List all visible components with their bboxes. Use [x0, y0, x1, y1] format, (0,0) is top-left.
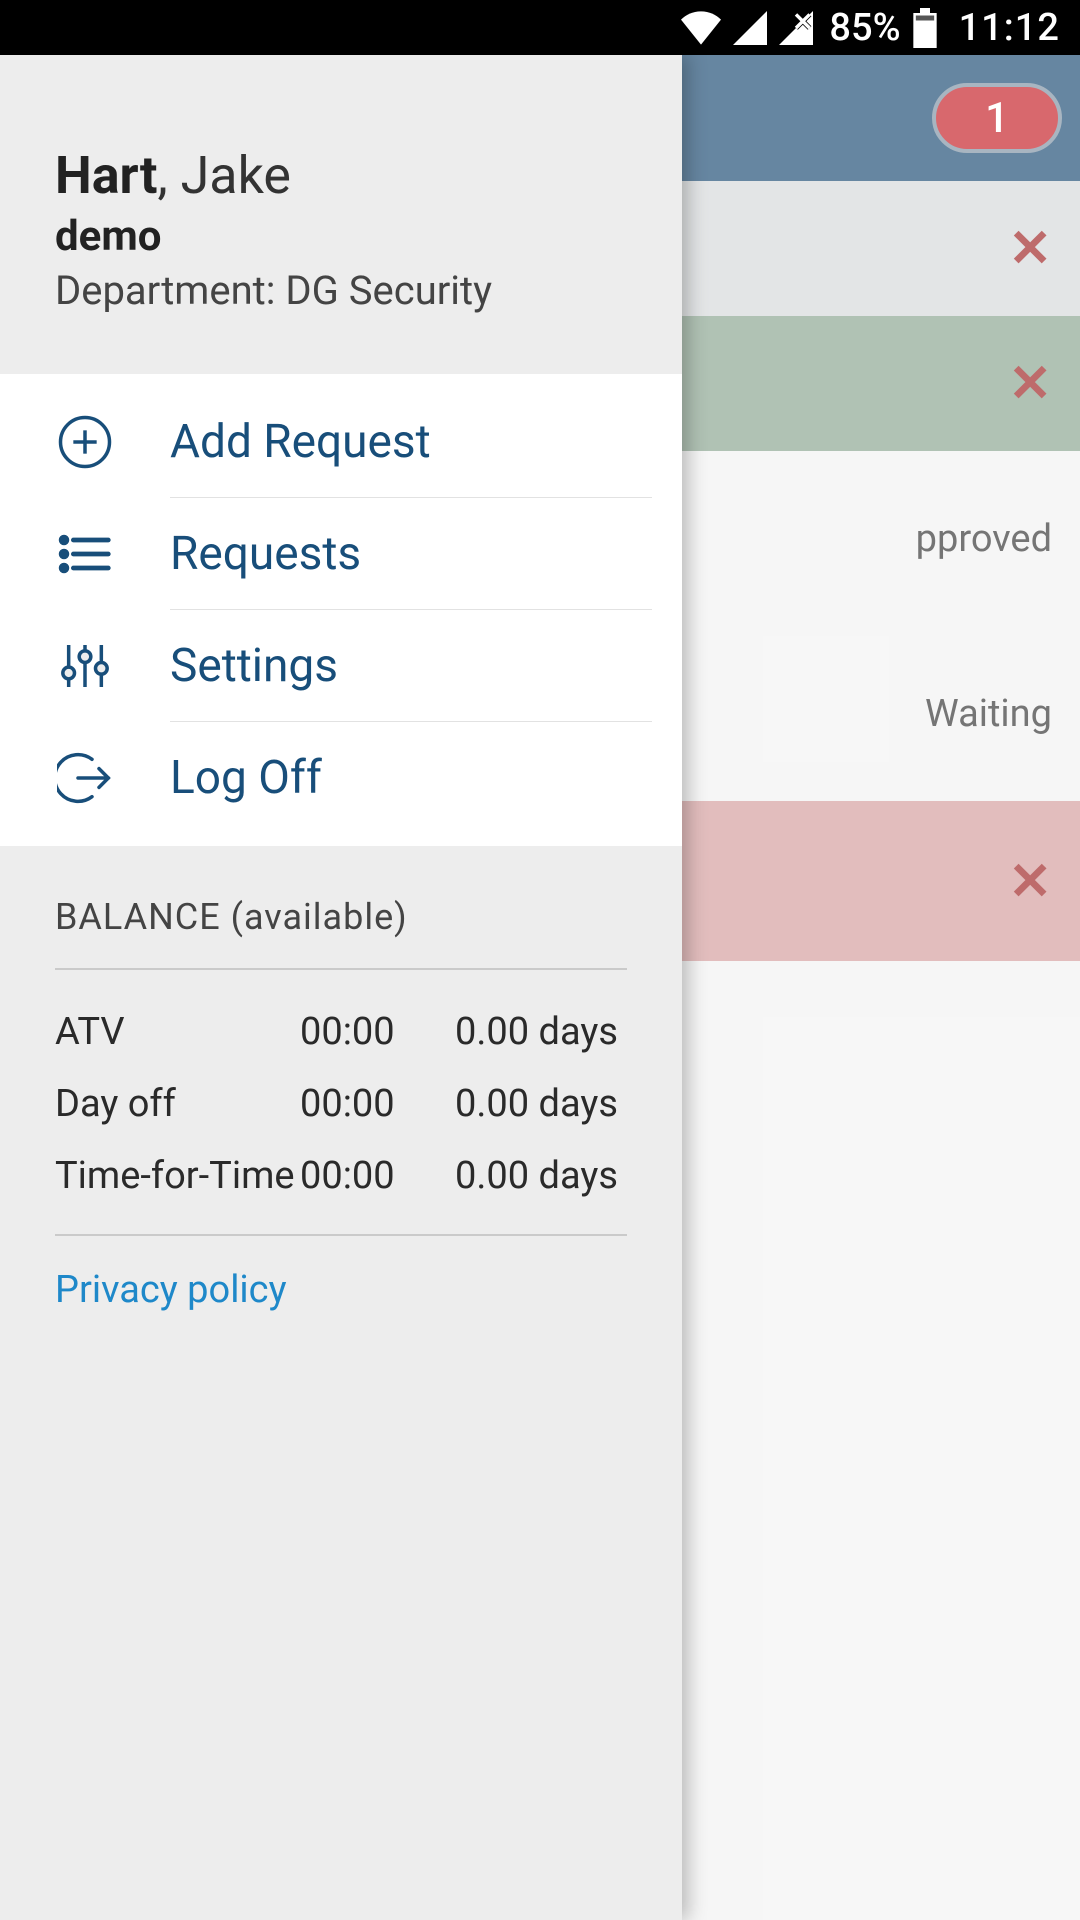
profile-surname: Hart: [55, 145, 157, 206]
close-icon[interactable]: ✕: [1008, 353, 1052, 414]
menu-item-logoff[interactable]: Log Off: [0, 722, 682, 846]
drawer-menu: Add Request Requests: [0, 374, 682, 846]
profile-name-sep: ,: [157, 145, 180, 206]
status-bar: 85% 11:12: [0, 0, 1080, 55]
balance-time: 00:00: [300, 1154, 455, 1198]
balance-label: ATV: [55, 1010, 300, 1054]
balance-row: Day off 00:00 0.00 days: [55, 1068, 627, 1140]
clock: 11:12: [959, 6, 1060, 50]
menu-label: Settings: [170, 639, 338, 693]
close-icon[interactable]: ✕: [1008, 218, 1052, 279]
nav-drawer: Hart, Jake demo Department: DG Security …: [0, 55, 682, 1920]
divider: [55, 968, 627, 970]
balance-days: 0.00 days: [455, 1010, 627, 1054]
menu-label: Add Request: [170, 415, 431, 469]
menu-item-requests[interactable]: Requests: [0, 498, 682, 610]
balance-row: ATV 00:00 0.00 days: [55, 996, 627, 1068]
balance-row: Time-for-Time 00:00 0.00 days: [55, 1140, 627, 1212]
notification-count: 1: [985, 94, 1009, 143]
profile-subtitle: demo: [55, 212, 627, 261]
menu-label: Log Off: [170, 751, 322, 805]
signal-icon: [733, 11, 767, 45]
plus-circle-icon: [55, 412, 115, 472]
balance-time: 00:00: [300, 1010, 455, 1054]
balance-label: Day off: [55, 1082, 300, 1126]
balance-section: BALANCE (available) ATV 00:00 0.00 days …: [0, 846, 682, 1342]
dept-value: DG Security: [285, 267, 492, 314]
menu-item-add-request[interactable]: Add Request: [0, 374, 682, 498]
sliders-icon: [55, 636, 115, 696]
balance-time: 00:00: [300, 1082, 455, 1126]
signal-no-data-icon: [779, 11, 813, 45]
battery-icon: [913, 8, 937, 48]
menu-label: Requests: [170, 527, 361, 581]
balance-label: Time-for-Time: [55, 1154, 300, 1198]
menu-item-settings[interactable]: Settings: [0, 610, 682, 722]
divider: [55, 1234, 627, 1236]
status-text: Waiting: [925, 692, 1052, 736]
list-icon: [55, 524, 115, 584]
balance-title: BALANCE (available): [55, 896, 627, 938]
status-text: pproved: [916, 517, 1052, 561]
privacy-policy-link[interactable]: Privacy policy: [55, 1264, 627, 1312]
balance-days: 0.00 days: [455, 1154, 627, 1198]
profile-department: Department: DG Security: [55, 267, 627, 314]
profile-name: Hart, Jake: [55, 145, 627, 206]
logout-icon: [55, 748, 115, 808]
dept-label: Department:: [55, 267, 285, 314]
wifi-icon: [681, 11, 721, 45]
battery-percent: 85%: [829, 6, 900, 50]
close-icon[interactable]: ✕: [1008, 851, 1052, 912]
notification-badge[interactable]: 1: [932, 83, 1062, 153]
balance-days: 0.00 days: [455, 1082, 627, 1126]
profile-given: Jake: [181, 145, 291, 206]
profile-header: Hart, Jake demo Department: DG Security: [0, 55, 682, 374]
